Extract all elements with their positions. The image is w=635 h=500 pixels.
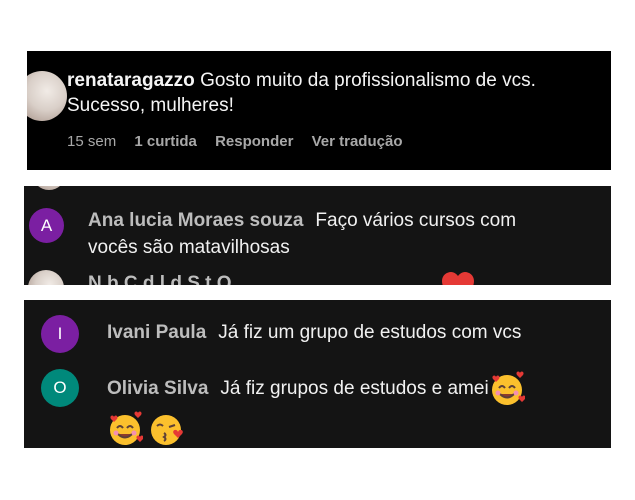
avatar: A	[29, 208, 64, 243]
chat-message: Olivia Silva Já fiz grupos de estudos e a…	[107, 369, 587, 448]
see-translation-button[interactable]: Ver tradução	[312, 133, 403, 150]
face-blowing-kiss-icon	[151, 414, 184, 445]
likes-count-link[interactable]: 1 curtida	[134, 133, 197, 150]
reply-button[interactable]: Responder	[215, 133, 293, 150]
avatar	[28, 270, 64, 285]
avatar: I	[41, 315, 79, 353]
avatar[interactable]	[27, 71, 67, 121]
chat-panel-3: I Ivani Paula Já fiz um grupo de estudos …	[24, 300, 611, 448]
chat-author[interactable]: Ana lucia Moraes souza	[88, 210, 303, 231]
cropped-chat-message: N b C d l d S t Q	[88, 273, 232, 285]
chat-message: Ana lucia Moraes souza Faço vários cursos…	[88, 207, 568, 261]
instagram-comment-panel: renataragazzo Gosto muito da profissiona…	[27, 51, 611, 170]
comment-meta: 15 sem 1 curtida Responder Ver tradução	[67, 133, 416, 150]
chat-panel-2: A Ana lucia Moraes souza Faço vários curs…	[24, 186, 611, 285]
chat-text: Já fiz um grupo de estudos com vcs	[218, 322, 522, 343]
smiling-face-with-hearts-icon	[491, 371, 525, 405]
avatar: O	[41, 369, 79, 407]
chat-message: Ivani Paula Já fiz um grupo de estudos co…	[107, 319, 521, 346]
smiling-face-with-hearts-icon	[110, 411, 143, 445]
chat-text: Já fiz grupos de estudos e amei	[220, 378, 489, 399]
comment-body: renataragazzo Gosto muito da profissiona…	[67, 68, 577, 118]
avatar	[32, 186, 66, 190]
chat-author[interactable]: Ivani Paula	[107, 322, 206, 343]
chat-author[interactable]: Olivia Silva	[107, 378, 208, 399]
comment-username[interactable]: renataragazzo	[67, 70, 195, 91]
red-heart-icon	[442, 272, 474, 285]
comment-time: 15 sem	[67, 133, 117, 150]
